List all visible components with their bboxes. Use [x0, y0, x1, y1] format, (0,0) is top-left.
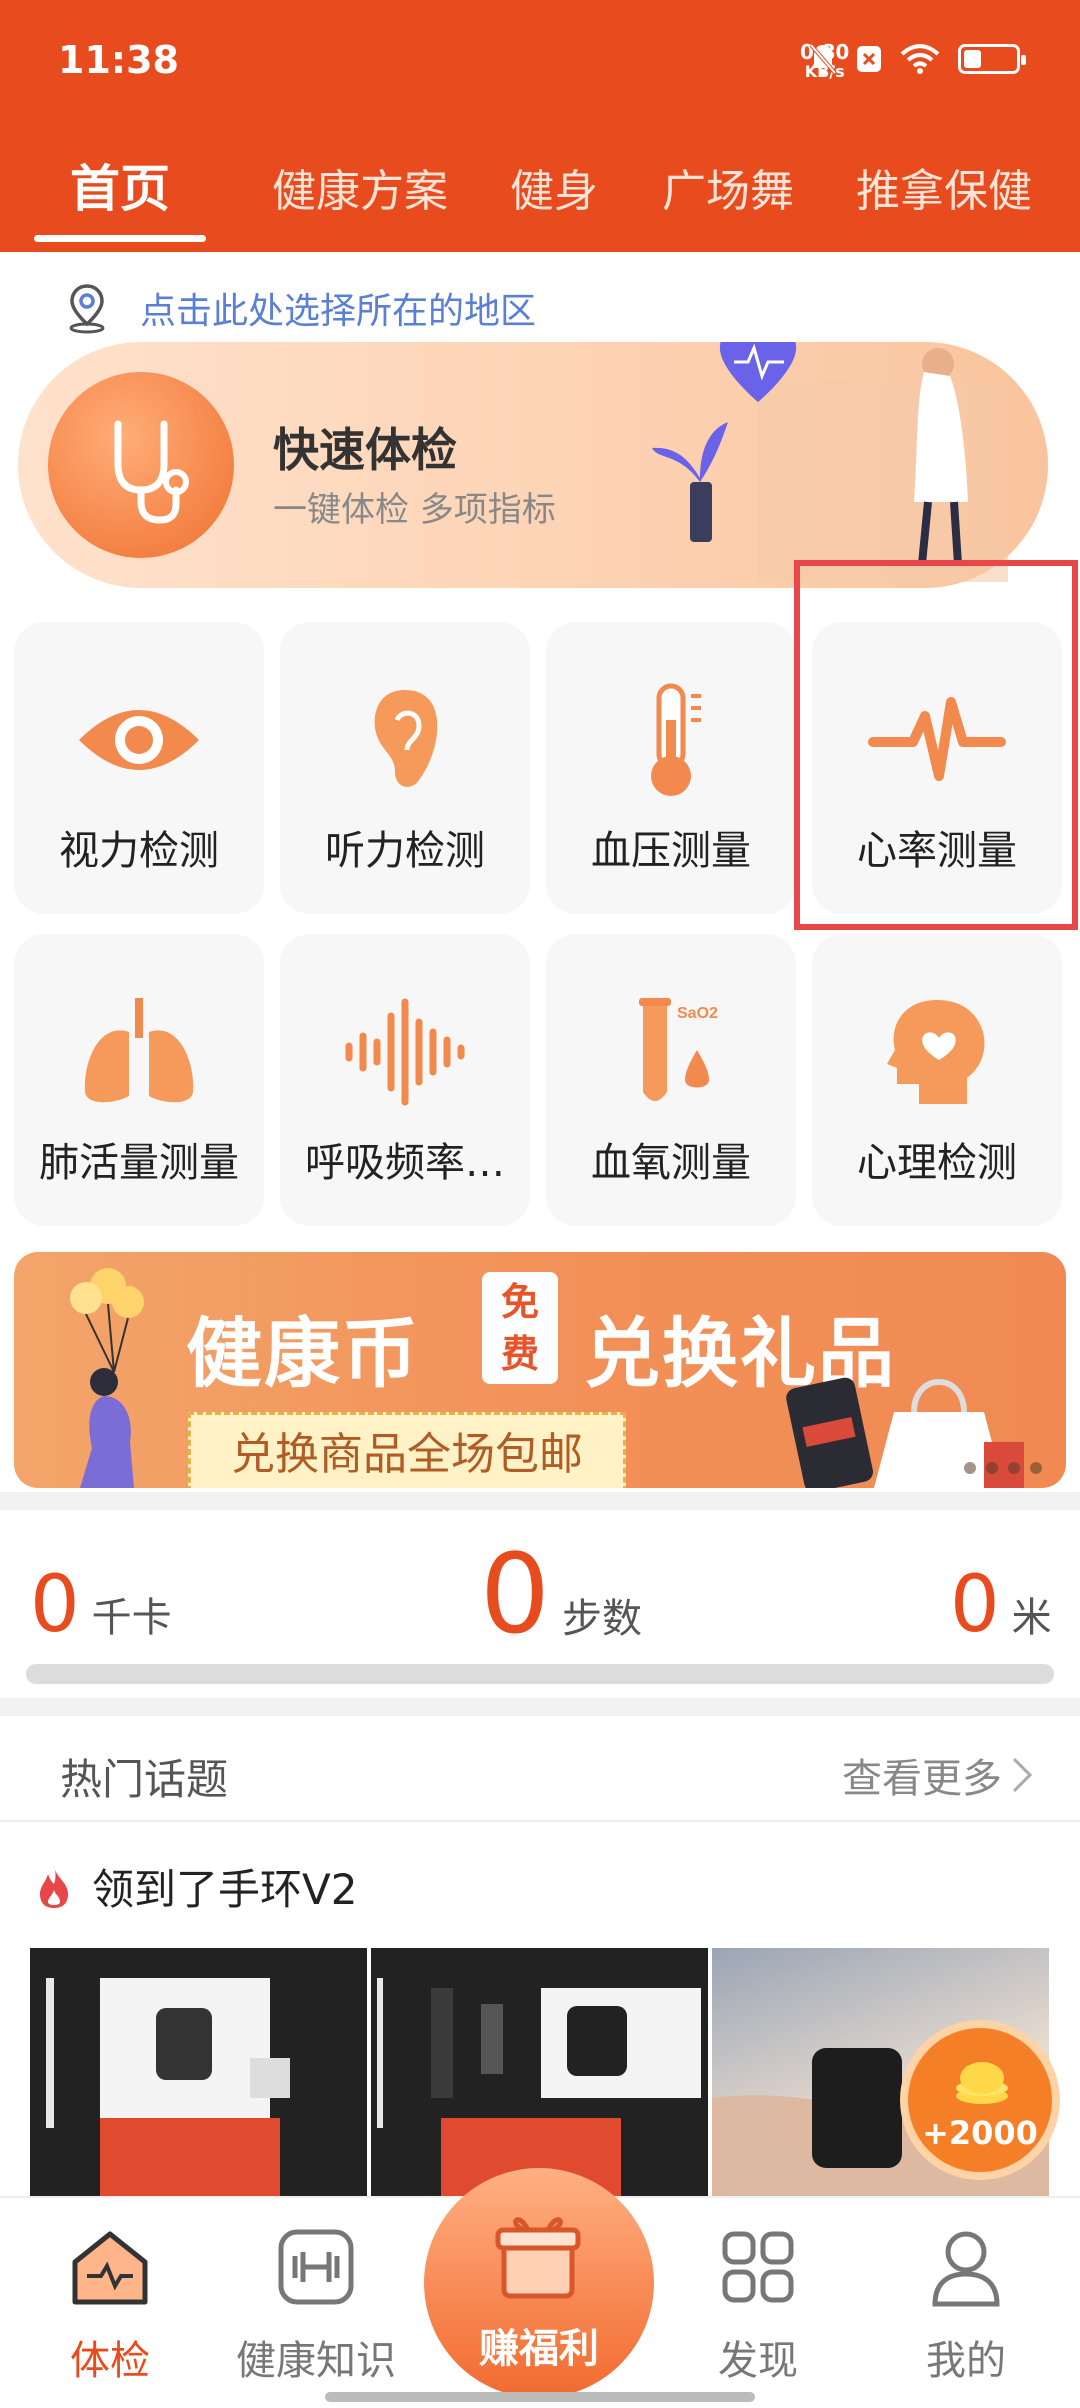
location-text: 点击此处选择所在的地区: [140, 291, 537, 332]
home-indicator: [325, 2392, 755, 2402]
nav-label: 我的: [926, 2338, 1006, 2384]
tool-breathing-rate[interactable]: 呼吸频率…: [280, 934, 530, 1226]
tab-square-dance[interactable]: 广场舞: [662, 155, 794, 219]
sao2-badge: SaO2: [677, 1005, 718, 1022]
tool-label: 视力检测: [59, 828, 219, 874]
thermometer-icon: [651, 683, 701, 796]
tool-label: 听力检测: [325, 828, 485, 874]
nav-health-knowledge[interactable]: 健康知识: [216, 2222, 416, 2386]
tool-label: 心理检测: [857, 1140, 1017, 1186]
head-heart-icon: [887, 1000, 985, 1104]
activity-stats[interactable]: 0 千卡 0 步数 0 米: [0, 1510, 1080, 1698]
tab-health-plan[interactable]: 健康方案: [272, 155, 448, 219]
free-tag-bottom: 费: [500, 1332, 539, 1376]
stethoscope-icon: [48, 372, 234, 558]
soundwave-icon: [345, 998, 465, 1106]
user-icon: [932, 2231, 1000, 2307]
tool-vision[interactable]: 视力检测: [14, 622, 264, 914]
location-selector[interactable]: 点击此处选择所在的地区: [64, 282, 536, 334]
banner-headline-left: 健康币: [186, 1309, 420, 1398]
main-content: 点击此处选择所在的地区 快速体检 一键体检 多项指标 视力检测 听力检测 血压测…: [0, 252, 1080, 1492]
nav-label: 赚福利: [479, 2326, 599, 2372]
tool-lung-capacity[interactable]: 肺活量测量: [14, 934, 264, 1226]
wifi-icon: [900, 44, 940, 74]
grid-apps-icon: [722, 2231, 794, 2303]
battery-icon: [958, 44, 1026, 74]
tool-blood-pressure[interactable]: 血压测量: [546, 622, 796, 914]
see-more-link[interactable]: 查看更多: [842, 1746, 1034, 1804]
nav-earn-rewards[interactable]: 赚福利: [424, 2168, 654, 2398]
hot-topics-header: 热门话题 查看更多: [0, 1716, 1080, 1822]
mute-bell-icon: [808, 42, 838, 76]
notification-x-icon: [856, 45, 882, 73]
topic-photo-unboxed[interactable]: [371, 1948, 708, 2198]
calories-stat: 0 千卡: [30, 1560, 172, 1650]
tab-home[interactable]: 首页: [70, 149, 170, 221]
calories-value: 0: [30, 1560, 80, 1650]
chevron-right-icon: [1012, 1757, 1033, 1793]
nav-label: 健康知识: [236, 2338, 396, 2384]
topic-photo-watch-box[interactable]: [30, 1948, 367, 2198]
lungs-icon: [84, 998, 194, 1103]
quick-check-title: 快速体检: [273, 423, 457, 477]
banner-pagination: [964, 1462, 1042, 1474]
steps-stat: 0 步数: [480, 1530, 642, 1658]
tool-blood-oxygen[interactable]: SaO2 血氧测量: [546, 934, 796, 1226]
tool-psychology[interactable]: 心理检测: [812, 934, 1062, 1226]
tool-hearing[interactable]: 听力检测: [280, 622, 530, 914]
nav-label: 发现: [718, 2338, 798, 2384]
status-time: 11:38: [58, 38, 179, 82]
floating-reward-button[interactable]: +2000: [900, 2020, 1060, 2180]
nav-label: 体检: [70, 2338, 150, 2384]
distance-value: 0: [950, 1560, 1000, 1650]
steps-value: 0: [480, 1530, 550, 1658]
banner-subline: 兑换商品全场包邮: [188, 1412, 626, 1488]
reward-amount: +2000: [922, 2114, 1038, 2152]
nav-checkup[interactable]: 体检: [10, 2222, 210, 2386]
steps-progress-bar: [26, 1664, 1054, 1684]
distance-unit: 米: [1011, 1595, 1052, 1641]
tool-label: 呼吸频率…: [305, 1140, 505, 1186]
hot-topics-title: 热门话题: [60, 1755, 229, 1804]
topic-post-title: 领到了手环V2: [92, 1865, 358, 1914]
doctor-illustration-icon: [652, 342, 1008, 582]
see-more-label: 查看更多: [842, 1756, 1002, 1802]
nav-profile[interactable]: 我的: [866, 2222, 1066, 2386]
quick-check-subtitle: 一键体检 多项指标: [273, 490, 556, 530]
ear-icon: [374, 690, 438, 787]
fire-icon: [40, 1865, 68, 1908]
health-coin-banner[interactable]: 健康币 免 费 兑换礼品 兑换商品全场包邮: [14, 1252, 1066, 1488]
gift-icon: [495, 2217, 581, 2299]
tab-massage[interactable]: 推拿保健: [856, 155, 1032, 219]
tool-label: 肺活量测量: [39, 1140, 239, 1186]
balloon-girl-icon: [70, 1268, 144, 1488]
status-bar: 11:38 0.80 KB/s: [0, 0, 1080, 125]
tool-label: 血压测量: [591, 828, 751, 874]
location-pin-icon: [69, 284, 105, 334]
calories-unit: 千卡: [91, 1595, 172, 1641]
nav-discover[interactable]: 发现: [658, 2222, 858, 2386]
top-tabs: 首页 健康方案 健身 广场舞 推拿保健: [0, 135, 1080, 252]
free-tag-top: 免: [500, 1280, 539, 1324]
steps-unit: 步数: [562, 1596, 642, 1642]
tool-label: 血氧测量: [591, 1140, 751, 1186]
tab-fitness[interactable]: 健身: [510, 155, 598, 219]
status-icons: [808, 42, 1026, 76]
heart-house-icon: [72, 2231, 148, 2305]
free-tag: 免 费: [482, 1272, 558, 1384]
coins-icon: [956, 2062, 1008, 2104]
topic-post[interactable]: 领到了手环V2: [34, 1856, 357, 1917]
test-tube-drop-icon: SaO2: [639, 998, 718, 1101]
dumbbell-icon: [278, 2229, 354, 2305]
distance-stat: 0 米: [950, 1560, 1052, 1650]
eye-icon: [79, 710, 199, 770]
quick-check-card[interactable]: 快速体检 一键体检 多项指标: [18, 342, 1048, 588]
topic-photos: [30, 1948, 1049, 2198]
active-tab-indicator: [34, 235, 206, 242]
highlight-box-heart-rate: [794, 560, 1078, 930]
top-bar: 11:38 0.80 KB/s 首页 健康方案 健身 广场舞 推拿保健: [0, 0, 1080, 252]
